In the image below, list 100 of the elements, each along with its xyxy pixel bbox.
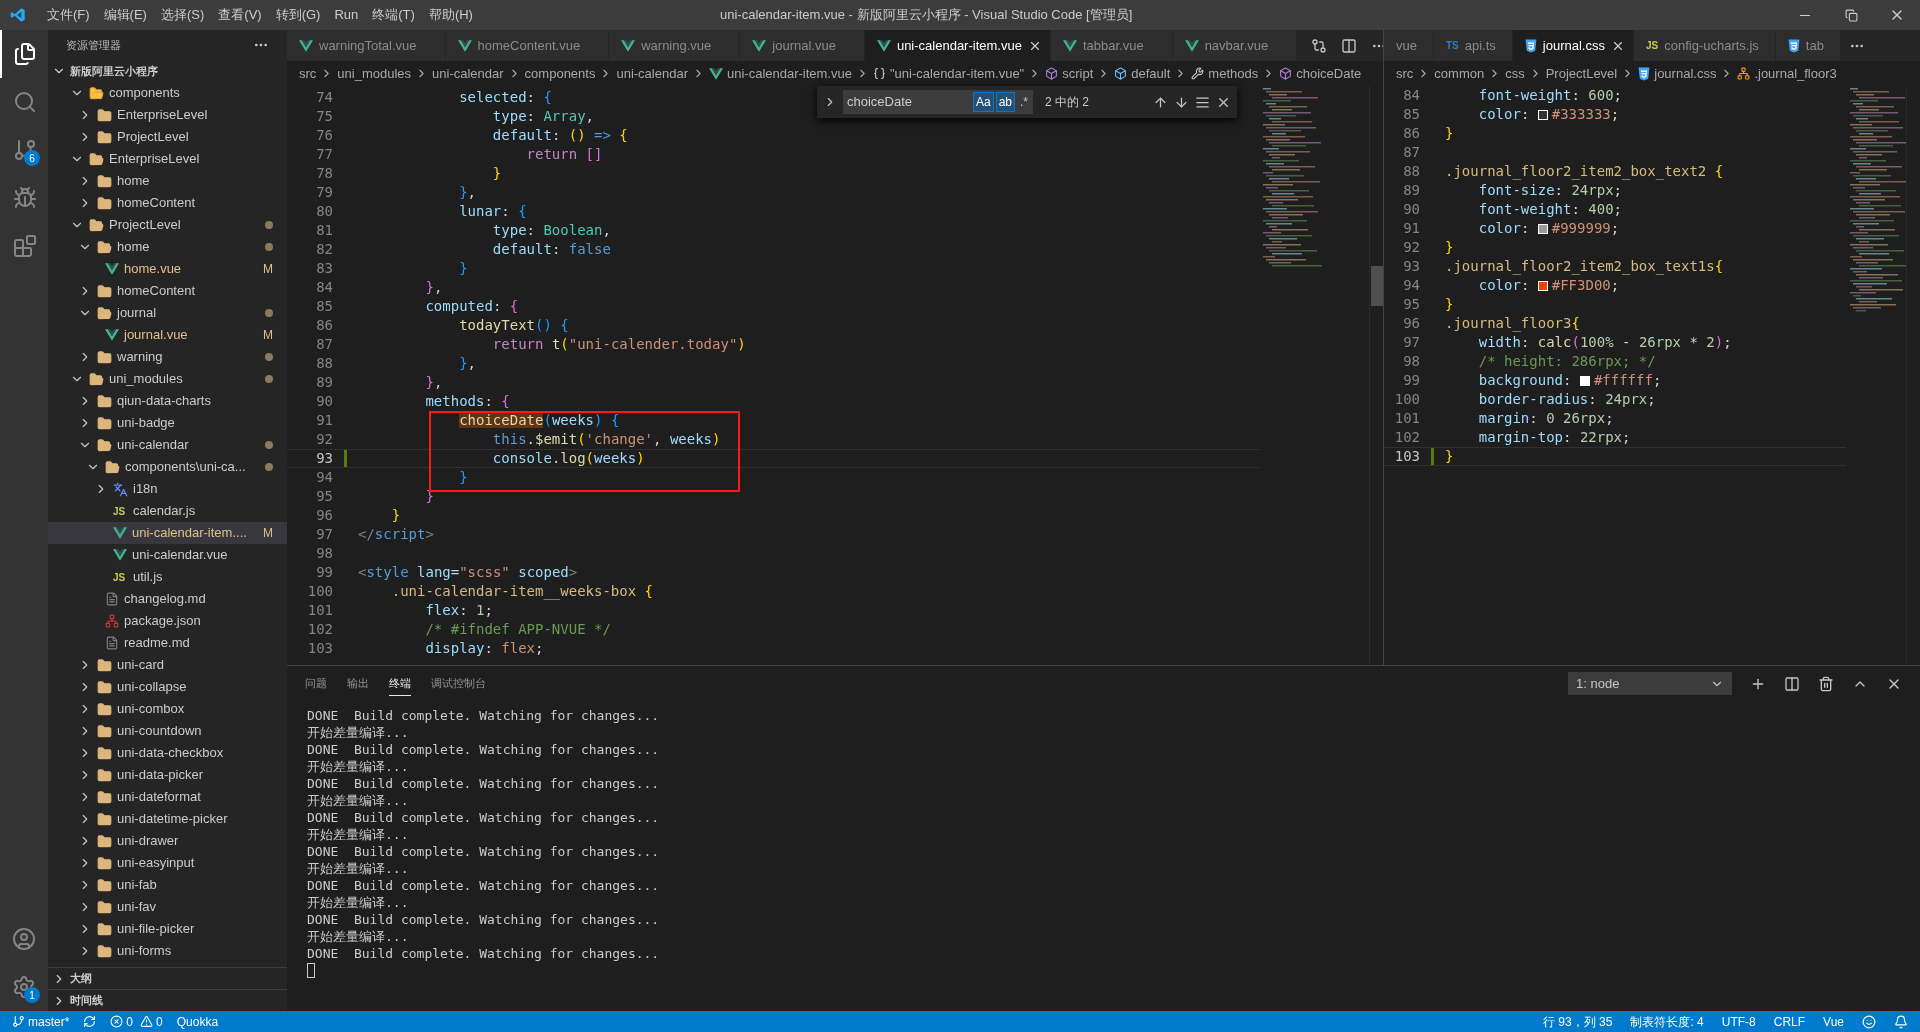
tree-item[interactable]: home.vue M [48, 258, 287, 280]
menu-item[interactable]: 编辑(E) [96, 5, 154, 25]
breadcrumb[interactable]: src [1396, 63, 1414, 84]
tree-item[interactable]: uni-calendar-item.... M [48, 522, 287, 544]
tree-item[interactable]: uni-data-picker [48, 764, 287, 786]
tree-item[interactable]: uni-datetime-picker [48, 808, 287, 830]
settings-button[interactable]: 1 [0, 963, 48, 1011]
tree-item[interactable]: JS calendar.js [48, 500, 287, 522]
tree-item[interactable]: readme.md [48, 632, 287, 654]
branch-status[interactable]: master* [12, 1012, 70, 1031]
editor-tab[interactable]: JS config-ucharts.js [1633, 30, 1776, 61]
editor-tab[interactable]: journal.vue [740, 30, 865, 61]
menu-item[interactable]: 查看(V) [211, 5, 269, 25]
next-match-icon[interactable] [1174, 94, 1189, 110]
tree-item[interactable]: ProjectLevel [48, 214, 287, 236]
breadcrumb[interactable]: components [524, 63, 596, 84]
find-option-toggle[interactable]: Aa [972, 92, 994, 112]
breadcrumb[interactable]: script [1062, 63, 1094, 84]
feedback-icon[interactable] [1862, 1014, 1876, 1029]
tree-item[interactable]: homeContent [48, 192, 287, 214]
tree-item[interactable]: components\uni-ca... [48, 456, 287, 478]
tree-item[interactable]: journal [48, 302, 287, 324]
find-in-selection-icon[interactable] [1195, 94, 1210, 110]
scrollbar[interactable] [1369, 86, 1383, 665]
tree-item[interactable]: uni_modules [48, 368, 287, 390]
tree-item[interactable]: i18n [48, 478, 287, 500]
tree-item[interactable]: uni-fab [48, 874, 287, 896]
breadcrumb[interactable]: default [1131, 63, 1171, 84]
tree-item[interactable]: uni-easyinput [48, 852, 287, 874]
tree-item[interactable]: homeContent [48, 280, 287, 302]
find-input[interactable]: choiceDate Aa ab .* [843, 90, 1033, 114]
menu-item[interactable]: 文件(F) [40, 5, 97, 25]
breadcrumb[interactable]: ProjectLevel [1545, 63, 1618, 84]
breadcrumb[interactable]: css [1505, 63, 1525, 84]
editor-tab[interactable]: tabbar.vue [1050, 30, 1173, 61]
tree-item[interactable]: uni-calendar.vue [48, 544, 287, 566]
breadcrumb[interactable]: src [299, 63, 317, 84]
find-option-toggle[interactable]: .* [1017, 92, 1031, 112]
tree-item[interactable]: uni-calendar [48, 434, 287, 456]
status-item[interactable]: Quokka [176, 1012, 219, 1031]
tree-item[interactable]: uni-badge [48, 412, 287, 434]
source-control-button[interactable]: 6 [0, 126, 48, 174]
tree-item[interactable]: uni-data-checkbox [48, 742, 287, 764]
panel-tab[interactable]: 终端 [389, 670, 411, 697]
tree-item[interactable]: changelog.md [48, 588, 287, 610]
panel-tab[interactable]: 输出 [347, 670, 369, 697]
breadcrumb[interactable]: journal.css [1654, 63, 1717, 84]
editor-tab[interactable]: navbar.vue [1172, 30, 1298, 61]
breadcrumb[interactable]: .journal_floor3 [1754, 63, 1837, 84]
menu-item[interactable]: 帮助(H) [421, 5, 480, 25]
tree-item[interactable]: home [48, 236, 287, 258]
section-header[interactable]: 新版阿里云小程序 [48, 60, 287, 82]
tree-item[interactable]: uni-collapse [48, 676, 287, 698]
menu-item[interactable]: 终端(T) [365, 5, 422, 25]
editor-tab[interactable]: uni-calendar-item.vue [864, 30, 1051, 61]
tree-item[interactable]: uni-countdown [48, 720, 287, 742]
panel-tab[interactable]: 调试控制台 [431, 670, 486, 697]
split-editor-icon[interactable] [1341, 37, 1358, 54]
editor-tab[interactable]: warning.vue [609, 30, 741, 61]
tree-item[interactable]: uni-fav [48, 896, 287, 918]
tree-item[interactable]: journal.vue M [48, 324, 287, 346]
breadcrumb[interactable]: choiceDate [1296, 63, 1362, 84]
panel-tab[interactable]: 问题 [305, 670, 327, 697]
tree-item[interactable]: uni-combox [48, 698, 287, 720]
tree-item[interactable]: components [48, 82, 287, 104]
status-item[interactable]: 行 93，列 35 [1543, 1012, 1613, 1031]
section-header[interactable]: 大纲 [48, 967, 287, 989]
menu-item[interactable]: Run [327, 5, 366, 25]
breadcrumb[interactable]: common [1434, 63, 1485, 84]
breadcrumb[interactable]: uni_modules [337, 63, 412, 84]
editor-tab[interactable]: TS api.ts [1433, 30, 1513, 61]
tree-item[interactable]: EnterpriseLevel [48, 148, 287, 170]
menu-item[interactable]: 转到(G) [268, 5, 328, 25]
editor-tab[interactable]: warningTotal.vue [287, 30, 446, 61]
breadcrumb[interactable]: "uni-calendar-item.vue" [890, 63, 1025, 84]
bell-icon[interactable] [1894, 1014, 1908, 1029]
trash-icon[interactable] [1818, 675, 1834, 692]
breadcrumb[interactable]: uni-calendar-item.vue [727, 63, 852, 84]
status-item[interactable]: 制表符长度: 4 [1630, 1012, 1704, 1031]
compare-icon[interactable] [1311, 37, 1328, 54]
split-icon[interactable] [1784, 675, 1800, 692]
tree-item[interactable]: warning [48, 346, 287, 368]
problems-status[interactable]: 0 0 [110, 1012, 163, 1031]
status-item[interactable]: UTF-8 [1721, 1012, 1756, 1031]
tree-item[interactable]: uni-card [48, 654, 287, 676]
tree-item[interactable]: package.json [48, 610, 287, 632]
editor-tab[interactable]: homeContent.vue [445, 30, 610, 61]
tree-item[interactable]: ProjectLevel [48, 126, 287, 148]
tree-item[interactable]: home [48, 170, 287, 192]
tree-item[interactable]: uni-file-picker [48, 918, 287, 940]
tree-item[interactable]: uni-dateformat [48, 786, 287, 808]
terminal-select[interactable]: 1: node [1568, 672, 1732, 695]
tree-item[interactable]: uni-forms [48, 940, 287, 962]
sync-icon[interactable] [83, 1015, 97, 1028]
breadcrumb[interactable]: methods [1208, 63, 1259, 84]
tree-item[interactable]: uni-drawer [48, 830, 287, 852]
editor-tab[interactable]: journal.css [1512, 30, 1634, 61]
editor-tab[interactable]: tab [1775, 30, 1841, 61]
previous-match-icon[interactable] [1153, 94, 1168, 110]
find-option-toggle[interactable]: ab [995, 92, 1015, 112]
